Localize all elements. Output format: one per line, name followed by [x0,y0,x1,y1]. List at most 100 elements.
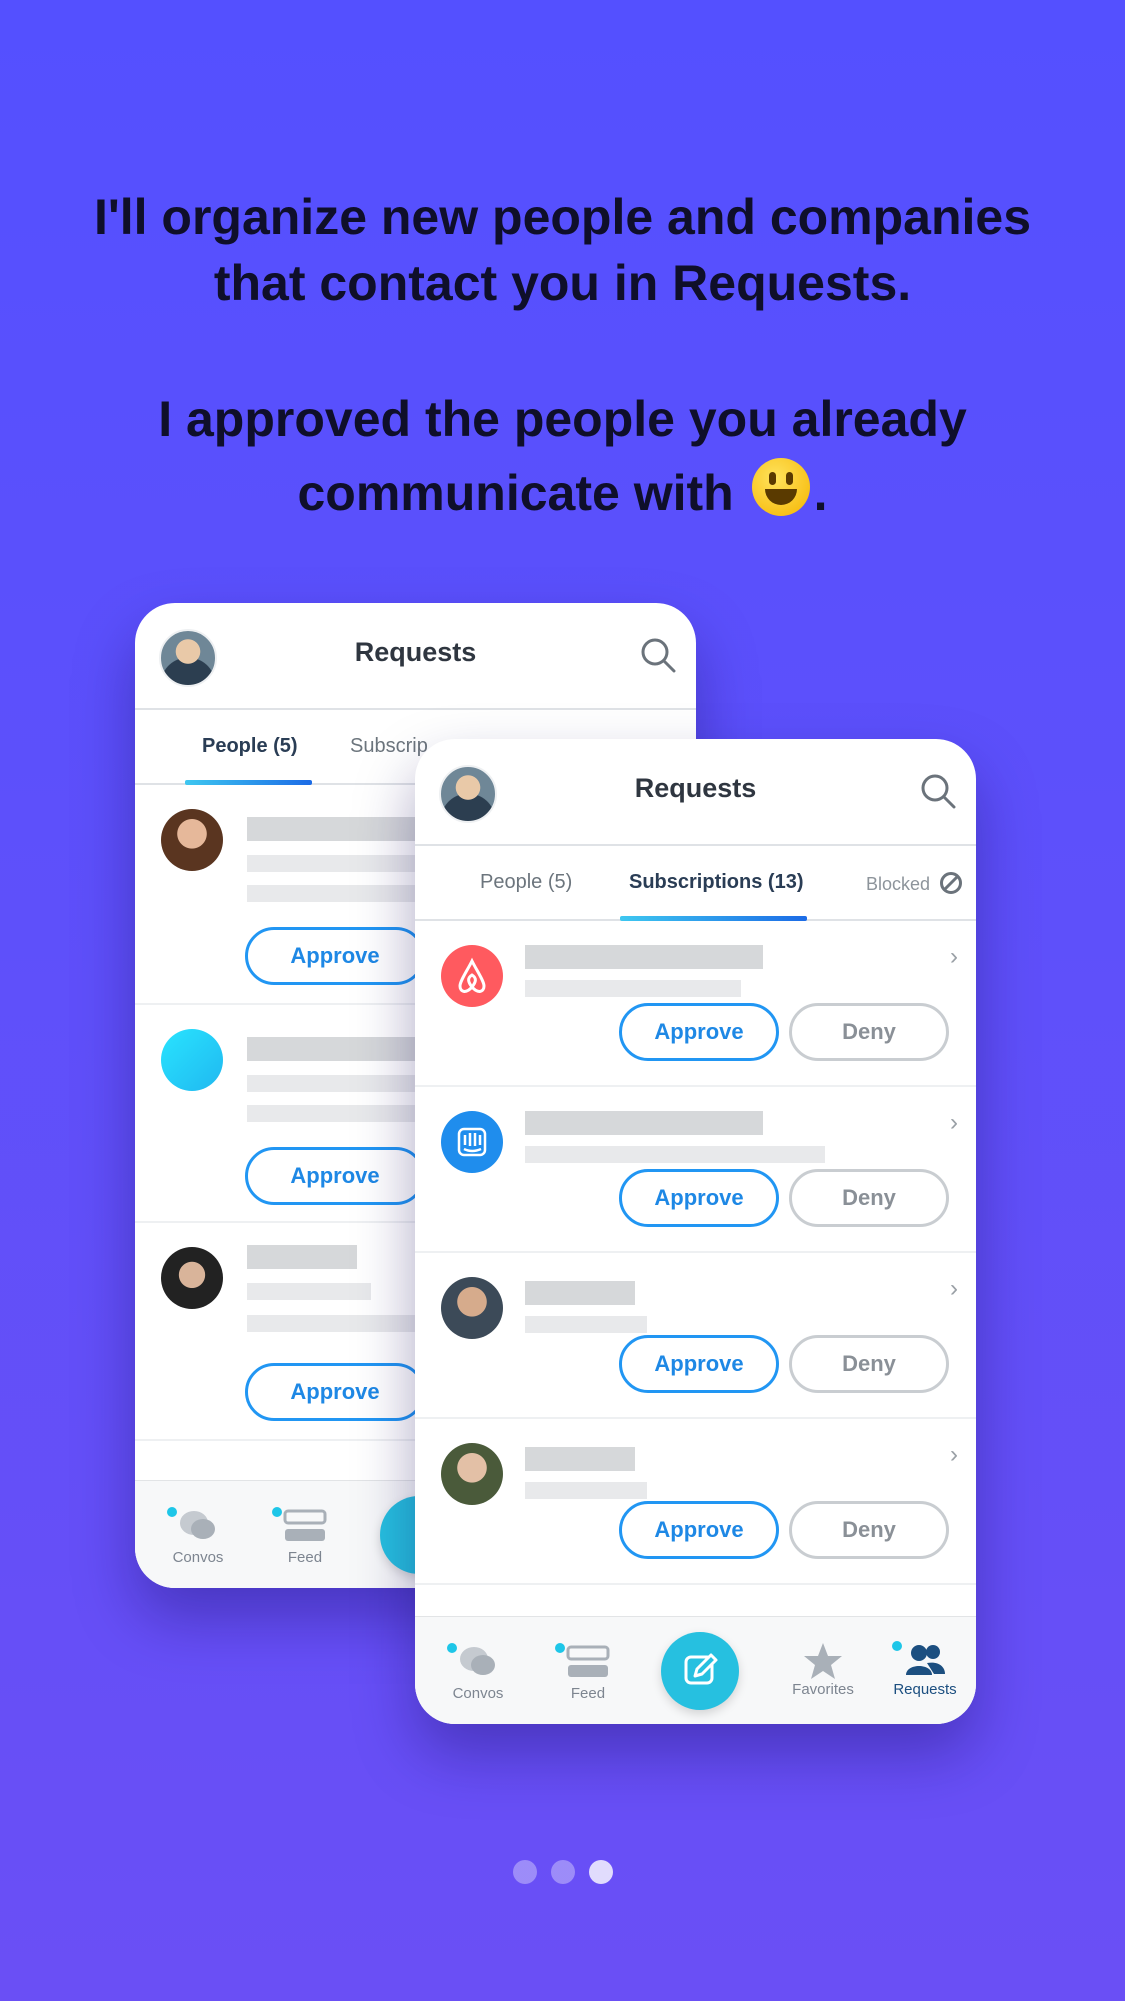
front-bottom-nav: Convos Feed Favorites Requests [415,1616,976,1724]
placeholder-bar [247,817,427,841]
page-title: Requests [354,637,477,667]
tab-blocked-label: Blocked [866,874,931,894]
placeholder-bar [247,1283,371,1300]
search-icon[interactable] [640,637,676,673]
headline-line-4: communicate with . [0,456,1125,530]
page-dot[interactable] [550,1860,575,1884]
tab-people[interactable]: People (5) [480,871,572,894]
subscription-row-person[interactable]: › Approve Deny [415,1419,976,1585]
compose-button[interactable] [661,1632,739,1710]
approve-button[interactable]: Approve [245,1363,425,1421]
subscription-row-person[interactable]: › Approve Deny [415,1253,976,1419]
placeholder-bar [247,1245,357,1269]
nav-convos-icon-wrap [153,1505,243,1549]
approve-button[interactable]: Approve [619,1003,779,1061]
avatar [161,809,223,871]
front-tabs: People (5) Subscriptions (13) Blocked [415,846,976,921]
nav-convos[interactable]: Convos [433,1641,523,1702]
unread-dot-icon [447,1643,457,1653]
deny-button[interactable]: Deny [789,1501,949,1559]
headline-period: . [813,465,828,521]
chevron-right-icon[interactable]: › [950,1441,958,1469]
avatar [161,1029,223,1091]
compose-icon [684,1653,718,1685]
nav-requests[interactable]: Requests [880,1641,970,1698]
placeholder-bar [247,1105,427,1122]
placeholder-bar [247,885,427,902]
placeholder-bar [525,1482,647,1499]
tab-blocked[interactable]: Blocked [866,871,963,895]
front-phone-card: Requests People (5) Subscriptions (13) B… [415,739,976,1724]
blocked-icon [940,872,963,894]
nav-label: Convos [452,1685,504,1702]
nav-label: Feed [287,1549,323,1566]
headline-top: I'll organize new people and companies t… [0,184,1125,316]
page-dot[interactable] [512,1860,537,1884]
approve-button[interactable]: Approve [619,1169,779,1227]
search-icon[interactable] [920,773,956,809]
headline-line-3: I approved the people you already [158,391,967,447]
nav-feed-icon-wrap [543,1641,633,1685]
placeholder-bar [525,1316,647,1333]
unread-dot-icon [167,1507,177,1517]
nav-feed[interactable]: Feed [543,1641,633,1702]
deny-button[interactable]: Deny [789,1169,949,1227]
page-indicator [0,1860,1125,1889]
chevron-right-icon[interactable]: › [950,1109,958,1137]
page-dot-active[interactable] [588,1860,613,1884]
chat-bubbles-icon [180,1511,215,1539]
placeholder-bar [525,1281,635,1305]
avatar [441,1443,503,1505]
deny-button[interactable]: Deny [789,1335,949,1393]
star-icon [804,1643,842,1679]
subscription-row-intercom[interactable]: › Approve Deny [415,1087,976,1253]
avatar [441,1277,503,1339]
placeholder-bar [525,1447,635,1471]
tab-subscriptions[interactable]: Subscriptions (13) [629,871,803,894]
placeholder-bar [247,855,427,872]
approve-button[interactable]: Approve [245,1147,425,1205]
nav-convos[interactable]: Convos [153,1505,243,1566]
approve-button[interactable]: Approve [245,927,425,985]
headline-line-4-text: communicate with [297,465,734,521]
airbnb-logo-icon [441,945,503,1007]
placeholder-bar [525,1111,763,1135]
deny-button[interactable]: Deny [789,1003,949,1061]
unread-dot-icon [555,1643,565,1653]
nav-requests-icon-wrap [880,1641,970,1681]
headline-line-1: I'll organize new people and companies [93,189,1032,245]
back-top-bar: Requests [135,603,696,710]
placeholder-bar [525,1146,825,1163]
chevron-right-icon[interactable]: › [950,943,958,971]
nav-convos-icon-wrap [433,1641,523,1685]
intercom-logo-icon [441,1111,503,1173]
front-top-bar: Requests [415,739,976,846]
chevron-right-icon[interactable]: › [950,1275,958,1303]
nav-feed-icon-wrap [260,1505,350,1549]
nav-favorites[interactable]: Favorites [778,1641,868,1698]
avatar [161,1247,223,1309]
feed-icon [283,1509,327,1541]
placeholder-bar [247,1037,427,1061]
people-icon [906,1645,945,1675]
chat-bubbles-icon [460,1647,495,1675]
placeholder-bar [525,980,741,997]
unread-dot-icon [892,1641,902,1651]
feed-icon [566,1645,610,1677]
placeholder-bar [247,1075,427,1092]
placeholder-bar [525,945,763,969]
nav-label: Favorites [792,1681,854,1698]
nav-favorites-icon-wrap [778,1641,868,1681]
nav-label: Feed [570,1685,606,1702]
nav-label: Convos [172,1549,224,1566]
approve-button[interactable]: Approve [619,1501,779,1559]
smiley-emoji-icon [751,458,810,516]
approve-button[interactable]: Approve [619,1335,779,1393]
page-title: Requests [634,773,757,803]
headline-line-2: that contact you in Requests. [213,255,912,311]
tab-people[interactable]: People (5) [202,735,298,758]
placeholder-bar [247,1315,427,1332]
nav-label: Requests [893,1681,957,1698]
subscription-row-airbnb[interactable]: › Approve Deny [415,921,976,1087]
nav-feed[interactable]: Feed [260,1505,350,1566]
